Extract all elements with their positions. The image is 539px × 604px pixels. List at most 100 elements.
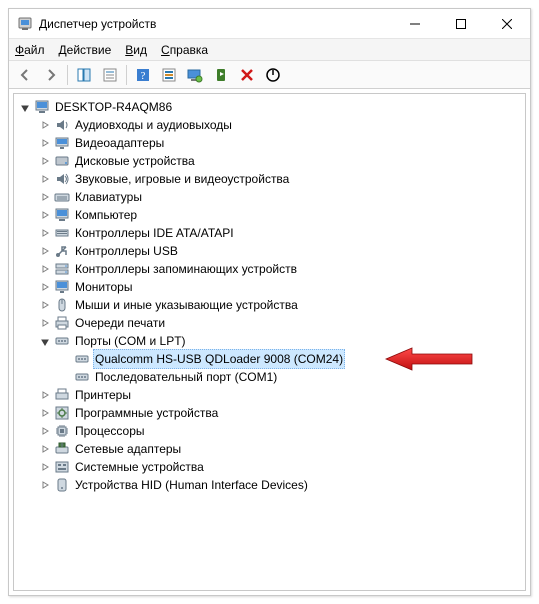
software-icon <box>54 405 70 421</box>
tree-category[interactable]: Звуковые, игровые и видеоустройства <box>16 170 521 188</box>
expander-closed[interactable] <box>38 136 52 150</box>
tree-category[interactable]: Мыши и иные указывающие устройства <box>16 296 521 314</box>
tree-category-label: Устройства HID (Human Interface Devices) <box>73 476 310 494</box>
hid-icon <box>54 477 70 493</box>
tree-category[interactable]: Очереди печати <box>16 314 521 332</box>
menu-action[interactable]: Действие <box>59 43 112 57</box>
tree-category[interactable]: Порты (COM и LPT) <box>16 332 521 350</box>
toolbar-uninstall[interactable] <box>235 63 259 87</box>
tree-category-label: Контроллеры USB <box>73 242 180 260</box>
expander-open[interactable] <box>38 334 52 348</box>
toolbar-showhide[interactable] <box>72 63 96 87</box>
expander-closed[interactable] <box>38 262 52 276</box>
scan-icon <box>161 67 177 83</box>
cpu-icon <box>54 423 70 439</box>
sound-icon <box>54 171 70 187</box>
tree-category[interactable]: Контроллеры IDE ATA/ATAPI <box>16 224 521 242</box>
computer-icon <box>54 207 70 223</box>
printer-icon <box>54 387 70 403</box>
tree-category-label: Системные устройства <box>73 458 206 476</box>
tree-device-label: Qualcomm HS-USB QDLoader 9008 (COM24) <box>93 349 345 369</box>
storage-icon <box>54 261 70 277</box>
usb-icon <box>54 243 70 259</box>
expander-closed[interactable] <box>38 226 52 240</box>
tree-category[interactable]: Системные устройства <box>16 458 521 476</box>
tree-device[interactable]: Qualcomm HS-USB QDLoader 9008 (COM24) <box>16 350 521 368</box>
tree-category-label: Звуковые, игровые и видеоустройства <box>73 170 291 188</box>
tree-category-label: Принтеры <box>73 386 133 404</box>
tree-device[interactable]: Последовательный порт (COM1) <box>16 368 521 386</box>
tree-category-label: Видеоадаптеры <box>73 134 166 152</box>
device-tree[interactable]: DESKTOP-R4AQM86 Аудиовходы и аудиовыходы… <box>13 93 526 591</box>
tree-category-label: Контроллеры IDE ATA/ATAPI <box>73 224 236 242</box>
maximize-icon <box>456 19 466 29</box>
expander-closed[interactable] <box>38 406 52 420</box>
properties-icon <box>102 67 118 83</box>
tree-category[interactable]: Мониторы <box>16 278 521 296</box>
disk-icon <box>54 153 70 169</box>
expander-closed[interactable] <box>38 172 52 186</box>
tree-device-label: Последовательный порт (COM1) <box>93 368 279 386</box>
tree-category[interactable]: Программные устройства <box>16 404 521 422</box>
menu-view[interactable]: Вид <box>125 43 147 57</box>
expander-closed[interactable] <box>38 154 52 168</box>
tree-category[interactable]: Контроллеры запоминающих устройств <box>16 260 521 278</box>
tree-category[interactable]: Принтеры <box>16 386 521 404</box>
expander-open[interactable] <box>18 100 32 114</box>
expander-closed[interactable] <box>38 424 52 438</box>
maximize-button[interactable] <box>438 9 484 39</box>
close-button[interactable] <box>484 9 530 39</box>
expander-closed[interactable] <box>38 316 52 330</box>
toolbar-disable[interactable] <box>261 63 285 87</box>
expander-closed[interactable] <box>38 298 52 312</box>
expander-closed[interactable] <box>38 442 52 456</box>
tree-category[interactable]: Компьютер <box>16 206 521 224</box>
system-icon <box>54 459 70 475</box>
showhide-icon <box>76 67 92 83</box>
expander-none <box>58 370 72 384</box>
tree-category-label: Компьютер <box>73 206 139 224</box>
expander-closed[interactable] <box>38 388 52 402</box>
toolbar-update-driver[interactable] <box>183 63 207 87</box>
tree-category[interactable]: Процессоры <box>16 422 521 440</box>
monitor-icon <box>54 279 70 295</box>
tree-category[interactable]: Контроллеры USB <box>16 242 521 260</box>
tree-category-label: Порты (COM и LPT) <box>73 332 188 350</box>
keyboard-icon <box>54 189 70 205</box>
toolbar-back[interactable] <box>13 63 37 87</box>
expander-closed[interactable] <box>38 118 52 132</box>
help-icon: ? <box>135 67 151 83</box>
svg-text:?: ? <box>141 70 146 82</box>
expander-closed[interactable] <box>38 280 52 294</box>
tree-category-label: Сетевые адаптеры <box>73 440 183 458</box>
window-title: Диспетчер устройств <box>39 17 156 31</box>
tree-category[interactable]: Дисковые устройства <box>16 152 521 170</box>
expander-closed[interactable] <box>38 478 52 492</box>
toolbar-scan[interactable] <box>157 63 181 87</box>
enable-icon <box>213 67 229 83</box>
toolbar-help[interactable]: ? <box>131 63 155 87</box>
printq-icon <box>54 315 70 331</box>
port-icon <box>74 369 90 385</box>
expander-closed[interactable] <box>38 190 52 204</box>
tree-category-label: Аудиовходы и аудиовыходы <box>73 116 234 134</box>
tree-category[interactable]: Видеоадаптеры <box>16 134 521 152</box>
tree-category[interactable]: Сетевые адаптеры <box>16 440 521 458</box>
expander-closed[interactable] <box>38 244 52 258</box>
menu-help[interactable]: Справка <box>161 43 208 57</box>
tree-category-label: Процессоры <box>73 422 147 440</box>
tree-category-label: Клавиатуры <box>73 188 144 206</box>
tree-category[interactable]: Устройства HID (Human Interface Devices) <box>16 476 521 494</box>
disable-icon <box>265 67 281 83</box>
toolbar-properties[interactable] <box>98 63 122 87</box>
expander-closed[interactable] <box>38 460 52 474</box>
tree-category[interactable]: Клавиатуры <box>16 188 521 206</box>
expander-closed[interactable] <box>38 208 52 222</box>
toolbar-enable[interactable] <box>209 63 233 87</box>
close-icon <box>502 19 512 29</box>
tree-root[interactable]: DESKTOP-R4AQM86 <box>16 98 521 116</box>
minimize-button[interactable] <box>392 9 438 39</box>
menu-file[interactable]: Файл <box>15 43 45 57</box>
tree-category[interactable]: Аудиовходы и аудиовыходы <box>16 116 521 134</box>
toolbar-forward[interactable] <box>39 63 63 87</box>
